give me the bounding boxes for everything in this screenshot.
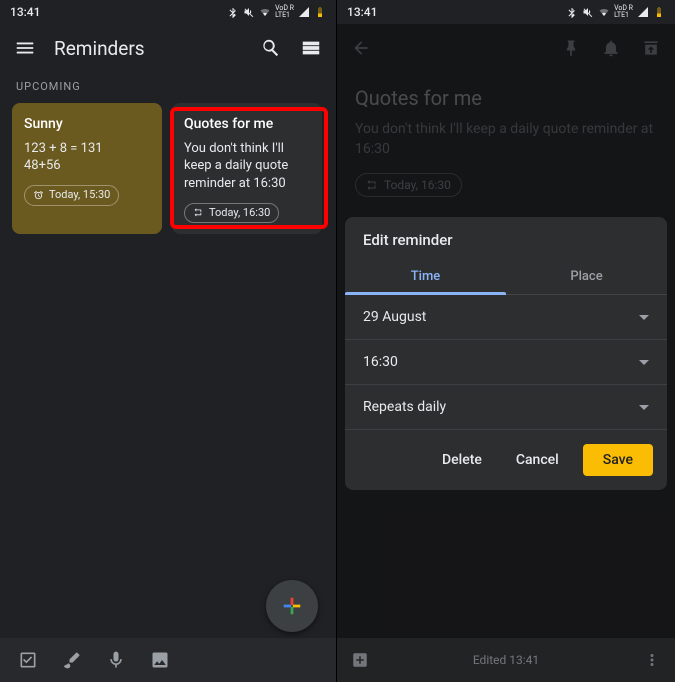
card-title: Quotes for me bbox=[184, 115, 310, 134]
card-body: 123 + 8 = 131 48+56 bbox=[24, 140, 150, 175]
screen-reminders-list: 13:41 VoD R LTE1 Reminders UPCOMING Sunn… bbox=[0, 0, 337, 682]
signal-icon bbox=[637, 6, 649, 18]
date-value: 29 August bbox=[363, 309, 426, 325]
status-time: 13:41 bbox=[10, 5, 40, 19]
delete-button[interactable]: Delete bbox=[432, 445, 492, 475]
reminder-card-quotes[interactable]: Quotes for me You don't think I'll keep … bbox=[172, 103, 322, 234]
clock-icon bbox=[33, 190, 44, 201]
mic-icon[interactable] bbox=[106, 650, 126, 670]
network-label: VoD R LTE1 bbox=[614, 5, 633, 19]
card-body: You don't think I'll keep a daily quote … bbox=[184, 140, 310, 193]
tab-time[interactable]: Time bbox=[345, 259, 506, 295]
status-icons: VoD R LTE1 bbox=[227, 5, 326, 19]
cancel-button[interactable]: Cancel bbox=[506, 445, 569, 475]
battery-icon bbox=[653, 6, 665, 18]
more-icon[interactable] bbox=[643, 651, 661, 669]
reminder-chip: Today, 16:30 bbox=[184, 203, 279, 224]
repeat-field[interactable]: Repeats daily bbox=[345, 385, 667, 430]
bottom-toolbar: Edited 13:41 bbox=[337, 638, 675, 682]
section-upcoming: UPCOMING bbox=[0, 72, 336, 103]
screen-edit-reminder: 13:41 VoD R LTE1 Quotes for me You don't… bbox=[337, 0, 675, 682]
battery-icon bbox=[314, 6, 326, 18]
card-title: Sunny bbox=[24, 115, 150, 134]
status-icons: VoD R LTE1 bbox=[566, 5, 665, 19]
search-icon[interactable] bbox=[260, 37, 282, 59]
bluetooth-icon bbox=[566, 6, 578, 18]
edited-timestamp: Edited 13:41 bbox=[369, 653, 643, 667]
chevron-down-icon bbox=[639, 315, 649, 320]
wifi-icon bbox=[259, 6, 271, 18]
image-icon[interactable] bbox=[150, 650, 170, 670]
dialog-actions: Delete Cancel Save bbox=[345, 430, 667, 478]
mute-icon bbox=[582, 6, 594, 18]
wifi-icon bbox=[598, 6, 610, 18]
cards-area: Sunny 123 + 8 = 131 48+56 Today, 15:30 Q… bbox=[0, 103, 336, 234]
signal-icon bbox=[298, 6, 310, 18]
bluetooth-icon bbox=[227, 6, 239, 18]
add-box-icon[interactable] bbox=[351, 651, 369, 669]
new-note-fab[interactable] bbox=[266, 580, 318, 632]
edit-reminder-dialog: Edit reminder Time Place 29 August 16:30… bbox=[345, 217, 667, 490]
page-title: Reminders bbox=[54, 37, 145, 60]
time-value: 16:30 bbox=[363, 354, 398, 370]
chip-text: Today, 16:30 bbox=[209, 206, 270, 221]
checkbox-icon[interactable] bbox=[18, 650, 38, 670]
dialog-title: Edit reminder bbox=[345, 231, 667, 259]
menu-icon[interactable] bbox=[14, 37, 36, 59]
repeat-value: Repeats daily bbox=[363, 399, 446, 415]
reminder-card-sunny[interactable]: Sunny 123 + 8 = 131 48+56 Today, 15:30 bbox=[12, 103, 162, 234]
plus-multicolor-icon bbox=[281, 595, 303, 617]
bottom-toolbar bbox=[0, 638, 336, 682]
view-toggle-icon[interactable] bbox=[300, 37, 322, 59]
tab-place[interactable]: Place bbox=[506, 259, 667, 295]
network-label: VoD R LTE1 bbox=[275, 5, 294, 19]
status-bar: 13:41 VoD R LTE1 bbox=[337, 0, 675, 24]
chevron-down-icon bbox=[639, 405, 649, 410]
brush-icon[interactable] bbox=[62, 650, 82, 670]
chevron-down-icon bbox=[639, 360, 649, 365]
status-bar: 13:41 VoD R LTE1 bbox=[0, 0, 336, 24]
save-button[interactable]: Save bbox=[583, 444, 653, 476]
time-field[interactable]: 16:30 bbox=[345, 340, 667, 385]
date-field[interactable]: 29 August bbox=[345, 295, 667, 340]
status-time: 13:41 bbox=[347, 5, 377, 19]
reminder-chip: Today, 15:30 bbox=[24, 185, 119, 206]
dialog-tabs: Time Place bbox=[345, 259, 667, 295]
mute-icon bbox=[243, 6, 255, 18]
chip-text: Today, 15:30 bbox=[49, 188, 110, 203]
repeat-icon bbox=[193, 207, 204, 218]
app-bar: Reminders bbox=[0, 24, 336, 72]
